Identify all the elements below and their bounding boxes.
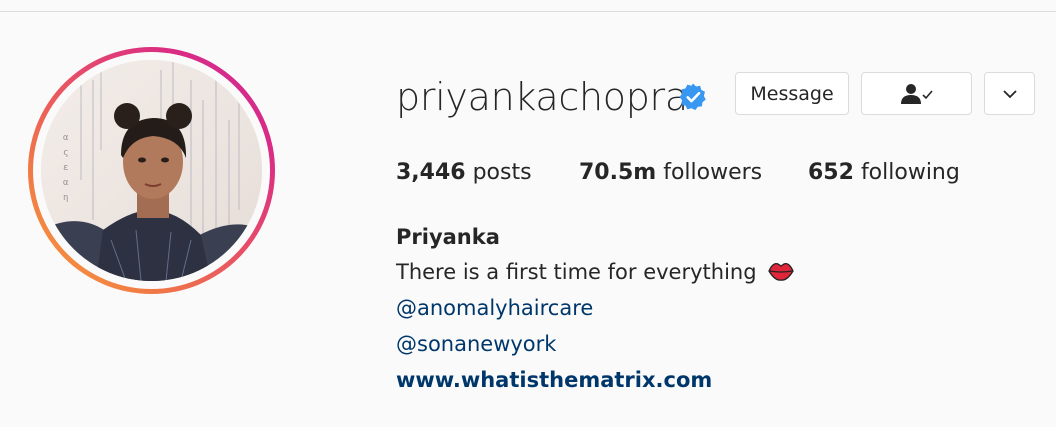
- message-button-label: Message: [750, 82, 834, 105]
- mention-link-anomalyhaircare[interactable]: @anomalyhaircare: [396, 296, 593, 320]
- message-button[interactable]: Message: [735, 72, 849, 115]
- followers-label: followers: [663, 160, 763, 185]
- username: priyankachopra: [396, 75, 688, 119]
- more-options-button[interactable]: [984, 72, 1035, 115]
- following-stat[interactable]: 652 following: [808, 160, 960, 185]
- svg-text:α: α: [63, 178, 69, 188]
- posts-stat: 3,446 posts: [396, 160, 532, 185]
- following-count: 652: [808, 160, 854, 185]
- kiss-lips-icon: [768, 263, 794, 281]
- bio-line: There is a first time for everything: [396, 260, 795, 284]
- posts-label: posts: [472, 160, 532, 185]
- avatar-photo: αςε αη: [41, 60, 262, 281]
- svg-text:η: η: [63, 193, 68, 203]
- full-name: Priyanka: [396, 225, 500, 249]
- following-label: following: [860, 160, 960, 185]
- bio-text: There is a first time for everything: [396, 260, 757, 284]
- chevron-down-icon: [1002, 89, 1017, 98]
- svg-text:ς: ς: [63, 148, 68, 158]
- avatar[interactable]: αςε αη: [41, 60, 262, 281]
- svg-text:α: α: [63, 133, 69, 143]
- top-divider: [0, 11, 1056, 12]
- person-check-icon: [900, 83, 933, 104]
- verified-badge-icon: [679, 83, 706, 111]
- website-link[interactable]: www.whatisthematrix.com: [396, 368, 712, 392]
- avatar-gap: αςε αη: [33, 52, 270, 289]
- posts-count: 3,446: [396, 160, 466, 185]
- story-ring[interactable]: αςε αη: [28, 47, 275, 294]
- followers-count: 70.5m: [579, 160, 657, 185]
- mention-link-sonanewyork[interactable]: @sonanewyork: [396, 332, 556, 356]
- svg-text:ε: ε: [63, 163, 68, 173]
- followers-stat[interactable]: 70.5m followers: [579, 160, 762, 185]
- following-button[interactable]: [861, 72, 972, 115]
